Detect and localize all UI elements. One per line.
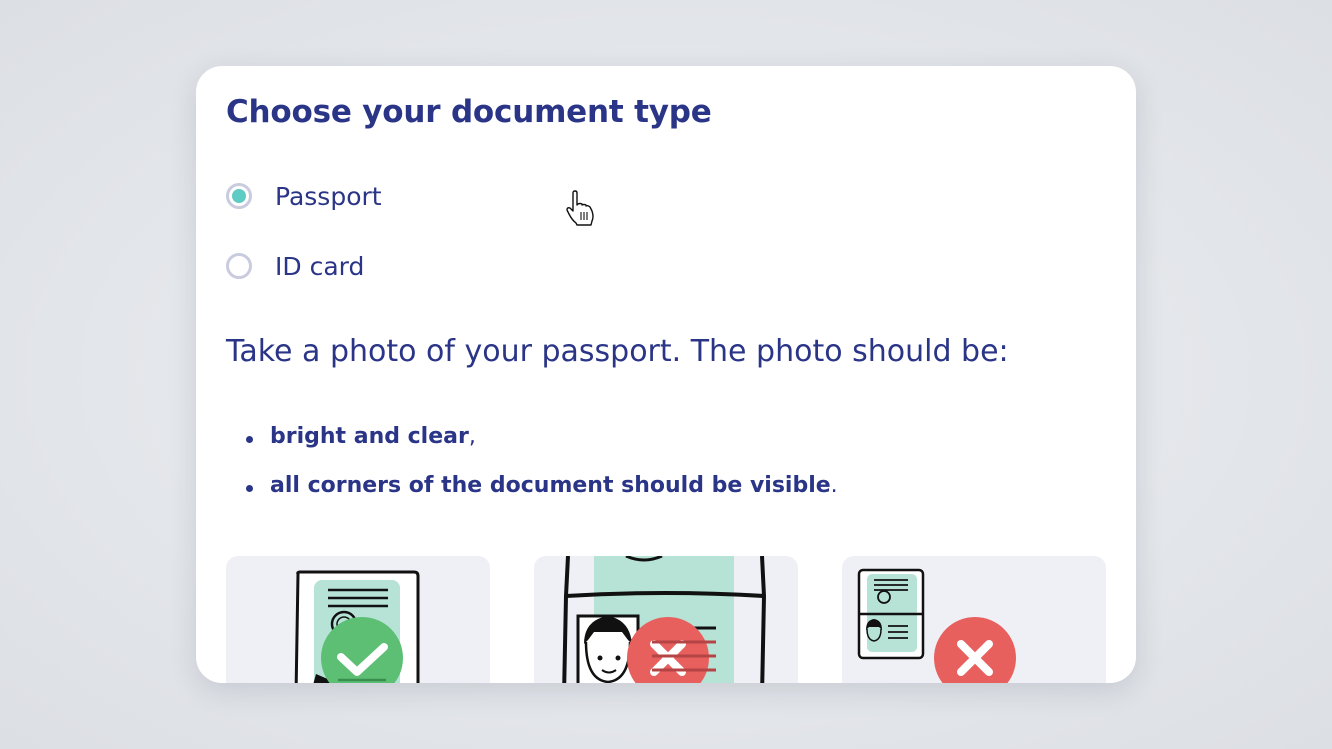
passport-label[interactable]: Passport (275, 182, 382, 211)
passport-closeup-illustration (562, 556, 767, 683)
cross-badge (934, 617, 1016, 683)
id-card-label[interactable]: ID card (275, 252, 364, 281)
requirement-punctuation: , (468, 424, 476, 449)
radio-selected-dot (232, 189, 246, 203)
passport-illustration (294, 570, 420, 683)
radio-option-passport[interactable]: Passport (226, 179, 382, 213)
radio-option-id-card[interactable]: ID card (226, 249, 364, 283)
example-too-far-photo (842, 556, 1106, 683)
hand-pointer-cursor-icon (566, 190, 594, 226)
document-type-card: Choose your document type Passport ID ca… (196, 66, 1136, 683)
page-title: Choose your document type (226, 94, 712, 130)
example-photos (226, 556, 1106, 683)
example-too-close-photo (534, 556, 798, 683)
requirements-list: bright and clear, all corners of the doc… (240, 424, 838, 522)
list-item: all corners of the document should be vi… (240, 473, 838, 522)
requirement-bright-clear: bright and clear (270, 424, 469, 449)
bullet-dot (246, 485, 253, 492)
passport-radio[interactable] (226, 183, 252, 209)
example-good-photo (226, 556, 490, 683)
list-item: bright and clear, (240, 424, 838, 473)
passport-small-illustration (857, 568, 1016, 683)
instruction-text: Take a photo of your passport. The photo… (226, 334, 1009, 369)
id-card-radio[interactable] (226, 253, 252, 279)
bullet-dot (246, 436, 253, 443)
requirement-corners-visible: all corners of the document should be vi… (270, 473, 831, 498)
requirement-punctuation: . (830, 473, 838, 498)
